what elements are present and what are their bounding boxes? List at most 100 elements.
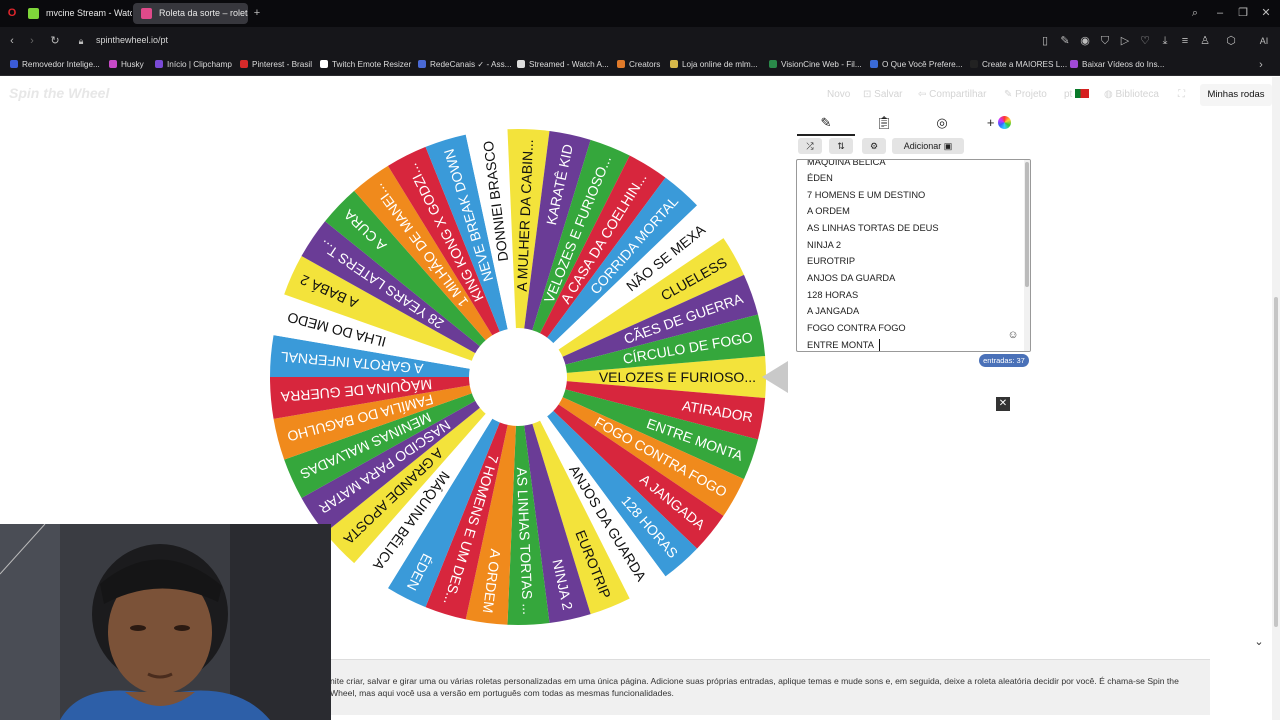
minimize-icon[interactable]: –: [1213, 6, 1227, 20]
settings-button[interactable]: ⚙: [862, 138, 886, 154]
restore-icon[interactable]: ❐: [1236, 6, 1250, 20]
bookmark-icon: [418, 60, 426, 68]
hide-icon[interactable]: ◎: [932, 115, 952, 133]
my-wheels-button[interactable]: Minhas rodas: [1200, 84, 1272, 106]
bookmark-item[interactable]: Twitch Emote Resizer: [320, 54, 411, 76]
bookmark-item[interactable]: VisionCine Web - Fil...: [769, 54, 862, 76]
scrollbar-thumb[interactable]: [1025, 162, 1029, 287]
forward-icon[interactable]: ›: [26, 34, 38, 48]
color-wheel-icon: [998, 116, 1012, 129]
bookmark-icon: [670, 60, 678, 68]
menu-share[interactable]: ⇦ Compartilhar: [918, 89, 986, 100]
browser-tab-strip: O mvcine Stream - Watch L Roleta da sort…: [0, 0, 1280, 27]
entry-line: NINJA 2: [807, 240, 842, 250]
spin-wheel[interactable]: VELOZES E FURIOSO...ATIRADORENTRE MONTAF…: [268, 127, 768, 627]
bookmark-icon: [517, 60, 525, 68]
editor-tabs: ✎ 📋︎ ◎ +: [797, 115, 1032, 136]
menu-save[interactable]: ⊡ Salvar: [863, 89, 903, 100]
save-icon: ⊡: [863, 89, 875, 100]
sidebar-toggle-icon[interactable]: ▯: [1039, 34, 1051, 48]
share-icon: ⇦: [918, 89, 930, 100]
bookmark-item[interactable]: Husky: [109, 54, 144, 76]
entry-line: AS LINHAS TORTAS DE DEUS: [807, 223, 939, 233]
edit-icon[interactable]: ✎: [1059, 34, 1071, 48]
extensions-icon[interactable]: ⬡: [1225, 34, 1237, 48]
profile-icon[interactable]: ♙: [1199, 34, 1211, 48]
emoji-icon[interactable]: ☺: [1007, 328, 1019, 342]
entry-line: MÁQUINA BÉLICA: [807, 159, 886, 167]
bookmark-item[interactable]: O Que Você Prefere...: [870, 54, 963, 76]
entries-count-badge: entradas: 37: [979, 354, 1029, 367]
bookmarks-bar: Removedor Intelige... Husky Início | Cli…: [0, 54, 1280, 76]
wheel-pointer-icon: [762, 361, 788, 393]
bookmark-icon: [320, 60, 328, 68]
tab-favicon-icon: [141, 8, 152, 19]
shield-icon[interactable]: ⛉: [1099, 34, 1111, 48]
bookmark-icon: [1070, 60, 1078, 68]
heart-icon[interactable]: ♡: [1139, 34, 1151, 48]
bookmark-item[interactable]: Loja online de mlm...: [670, 54, 758, 76]
bookmark-item[interactable]: Início | Clipchamp: [155, 54, 232, 76]
menu-language[interactable]: pt: [1064, 89, 1090, 100]
entry-line: ENTRE MONTA: [807, 340, 874, 350]
shuffle-button[interactable]: ⤮: [798, 138, 822, 154]
pencil-icon: ✎: [1004, 89, 1016, 100]
entry-line: ÉDEN: [807, 173, 833, 183]
shuffle-icon: ⤮: [806, 141, 814, 151]
wheel-center[interactable]: [469, 328, 567, 426]
browser-tab[interactable]: mvcine Stream - Watch L: [20, 3, 132, 24]
bookmark-item[interactable]: Streamed - Watch A...: [517, 54, 609, 76]
browser-tab-active[interactable]: Roleta da sorte – roleta c: [133, 3, 248, 24]
bookmark-item[interactable]: Removedor Intelige...: [10, 54, 100, 76]
entry-line: ANJOS DA GUARDA: [807, 273, 896, 283]
close-window-icon[interactable]: ✕: [1259, 6, 1273, 20]
gear-icon: ⚙: [869, 141, 879, 151]
page-scrollbar-thumb[interactable]: [1274, 297, 1278, 627]
address-bar: ‹ › ↻ 🔒︎ spinthewheel.io/pt ▯ ✎ ◉ ⛉ ▷ ♡ …: [0, 27, 1280, 54]
play-icon[interactable]: ▷: [1119, 34, 1131, 48]
active-tab-underline: [797, 134, 855, 136]
bookmark-icon: [240, 60, 248, 68]
menu-library[interactable]: ◍ Biblioteca: [1104, 89, 1159, 100]
fullscreen-icon[interactable]: ⛶: [1178, 89, 1185, 100]
camera-icon[interactable]: ◉: [1079, 34, 1091, 48]
sort-icon: ⇅: [837, 141, 845, 151]
entry-line: 7 HOMENS E UM DESTINO: [807, 190, 926, 200]
opera-logo-icon[interactable]: O: [5, 6, 19, 20]
menu-icon[interactable]: ≡: [1179, 34, 1191, 48]
bookmark-item[interactable]: Create a MAIORES L...: [970, 54, 1067, 76]
back-icon[interactable]: ‹: [6, 34, 18, 48]
menu-project[interactable]: ✎ Projeto: [1004, 89, 1047, 100]
bookmarks-overflow-icon[interactable]: ›: [1255, 58, 1267, 72]
reload-icon[interactable]: ↻: [49, 34, 61, 48]
description-panel: nite criar, salvar e girar uma ou várias…: [330, 659, 1210, 715]
edit-entries-tab[interactable]: ✎: [816, 115, 836, 133]
add-image-button[interactable]: Adicionar ▣: [892, 138, 964, 154]
image-icon: ▣: [943, 141, 953, 151]
bookmark-item[interactable]: Pinterest - Brasil: [240, 54, 312, 76]
close-ad-button[interactable]: ✕: [996, 397, 1010, 411]
bookmark-item[interactable]: Creators: [617, 54, 660, 76]
url-field[interactable]: spinthewheel.io/pt: [96, 27, 168, 54]
ai-icon[interactable]: AI: [1254, 34, 1274, 48]
page-scrollbar[interactable]: [1272, 77, 1280, 720]
globe-icon: ◍: [1104, 89, 1116, 100]
bookmark-item[interactable]: Baixar Vídeos do Ins...: [1070, 54, 1164, 76]
search-icon[interactable]: ⌕: [1188, 6, 1202, 20]
entries-scrollbar[interactable]: [1024, 160, 1030, 351]
download-icon[interactable]: ⤓: [1159, 34, 1171, 48]
sort-button[interactable]: ⇅: [829, 138, 853, 154]
new-tab-icon[interactable]: +: [251, 6, 263, 20]
bookmark-icon: [769, 60, 777, 68]
site-logo[interactable]: Spin the Wheel: [9, 85, 109, 101]
chevron-down-icon[interactable]: ⌄: [1252, 635, 1266, 649]
portugal-flag-icon: [1075, 89, 1090, 98]
bookmark-icon: [870, 60, 878, 68]
menu-new[interactable]: Novo: [827, 89, 850, 100]
entry-line: A ORDEM: [807, 206, 850, 216]
entries-textarea[interactable]: MÁQUINA BÉLICA ÉDEN 7 HOMENS E UM DESTIN…: [796, 159, 1031, 352]
clipboard-icon[interactable]: 📋︎: [874, 115, 894, 133]
add-theme-icon[interactable]: +: [984, 115, 1014, 133]
entry-line: 128 HORAS: [807, 290, 859, 300]
bookmark-item[interactable]: RedeCanais ✓ - Ass...: [418, 54, 512, 76]
